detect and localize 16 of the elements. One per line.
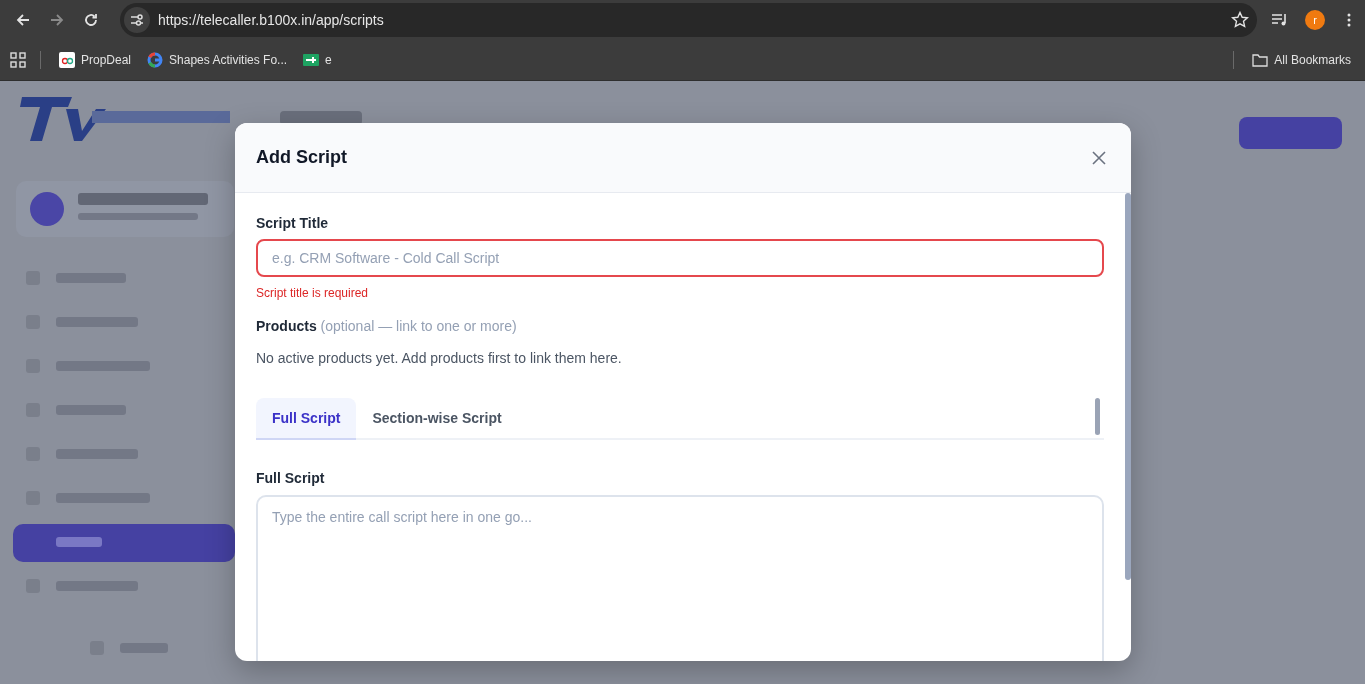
address-bar[interactable]: https://telecaller.b100x.in/app/scripts [120, 3, 1257, 37]
script-tab[interactable]: Full Script [256, 398, 357, 440]
dialog-title: Add Script [256, 147, 347, 168]
bookmark-item[interactable]: Shapes Activities Fo... [143, 49, 292, 71]
script-tab[interactable]: Section-wise Script [356, 398, 518, 440]
all-bookmarks-button[interactable]: All Bookmarks [1248, 49, 1355, 71]
script-title-field[interactable]: e.g. CRM Software - Cold Call Script [256, 239, 1104, 277]
empty-products-message: No active products yet. Add products first to link them here. [256, 350, 623, 366]
field-label: Script Title [256, 215, 330, 231]
field-label: Full Script [256, 470, 326, 486]
full-script-field[interactable]: Type the entire call script here in one go... [256, 495, 1104, 661]
bookmark-item[interactable]: PropDeal [55, 49, 136, 71]
error-message: Script title is required [256, 286, 370, 300]
bookmark-item[interactable]: e [299, 49, 336, 71]
products-label: Products (optional — link to one or more) [256, 318, 518, 334]
url-text: https://telecaller.b100x.in/app/scripts [158, 12, 385, 28]
